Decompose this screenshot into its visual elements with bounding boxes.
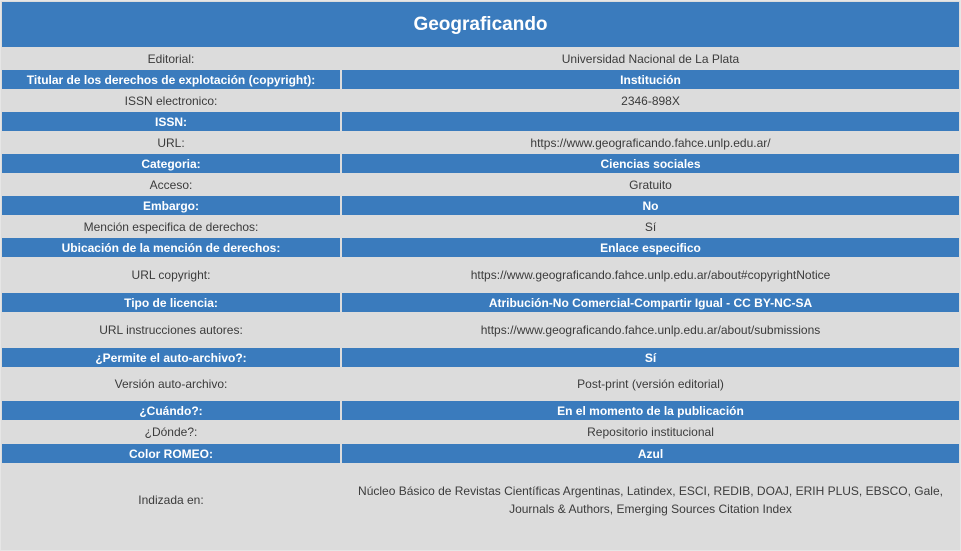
label-url-instrucciones: URL instrucciones autores: bbox=[2, 314, 340, 346]
label-cuando: ¿Cuándo?: bbox=[2, 401, 340, 420]
value-auto-archivo: Sí bbox=[342, 348, 959, 367]
value-donde: Repositorio institucional bbox=[342, 422, 959, 442]
value-embargo: No bbox=[342, 196, 959, 215]
value-version-auto-archivo: Post-print (versión editorial) bbox=[342, 369, 959, 399]
label-mencion-derechos: Mención especifica de derechos: bbox=[2, 217, 340, 236]
label-issn-electronico: ISSN electronico: bbox=[2, 91, 340, 110]
value-indizada: Núcleo Básico de Revistas Científicas Ar… bbox=[342, 465, 959, 535]
label-editorial: Editorial: bbox=[2, 49, 340, 68]
value-url: https://www.geograficando.fahce.unlp.edu… bbox=[342, 133, 959, 152]
value-issn-electronico: 2346-898X bbox=[342, 91, 959, 110]
journal-title: Geograficando bbox=[2, 2, 959, 47]
value-color-romeo: Azul bbox=[342, 444, 959, 463]
label-categoria: Categoria: bbox=[2, 154, 340, 173]
journal-info-table: Geograficando Editorial: Universidad Nac… bbox=[0, 0, 961, 551]
label-url: URL: bbox=[2, 133, 340, 152]
value-url-instrucciones: https://www.geograficando.fahce.unlp.edu… bbox=[342, 314, 959, 346]
value-copyright-holder: Institución bbox=[342, 70, 959, 89]
label-url-copyright: URL copyright: bbox=[2, 259, 340, 291]
label-version-auto-archivo: Versión auto-archivo: bbox=[2, 369, 340, 399]
label-embargo: Embargo: bbox=[2, 196, 340, 215]
label-ubicacion-mencion: Ubicación de la mención de derechos: bbox=[2, 238, 340, 257]
label-auto-archivo: ¿Permite el auto-archivo?: bbox=[2, 348, 340, 367]
label-tipo-licencia: Tipo de licencia: bbox=[2, 293, 340, 312]
value-mencion-derechos: Sí bbox=[342, 217, 959, 236]
label-issn: ISSN: bbox=[2, 112, 340, 131]
label-acceso: Acceso: bbox=[2, 175, 340, 194]
label-copyright-holder: Titular de los derechos de explotación (… bbox=[2, 70, 340, 89]
label-indizada: Indizada en: bbox=[2, 465, 340, 535]
label-color-romeo: Color ROMEO: bbox=[2, 444, 340, 463]
info-grid: Editorial: Universidad Nacional de La Pl… bbox=[2, 49, 959, 535]
value-editorial: Universidad Nacional de La Plata bbox=[342, 49, 959, 68]
value-acceso: Gratuito bbox=[342, 175, 959, 194]
value-tipo-licencia: Atribución-No Comercial-Compartir Igual … bbox=[342, 293, 959, 312]
label-donde: ¿Dónde?: bbox=[2, 422, 340, 442]
value-url-copyright: https://www.geograficando.fahce.unlp.edu… bbox=[342, 259, 959, 291]
value-issn bbox=[342, 112, 959, 131]
value-cuando: En el momento de la publicación bbox=[342, 401, 959, 420]
value-ubicacion-mencion: Enlace especifico bbox=[342, 238, 959, 257]
value-categoria: Ciencias sociales bbox=[342, 154, 959, 173]
